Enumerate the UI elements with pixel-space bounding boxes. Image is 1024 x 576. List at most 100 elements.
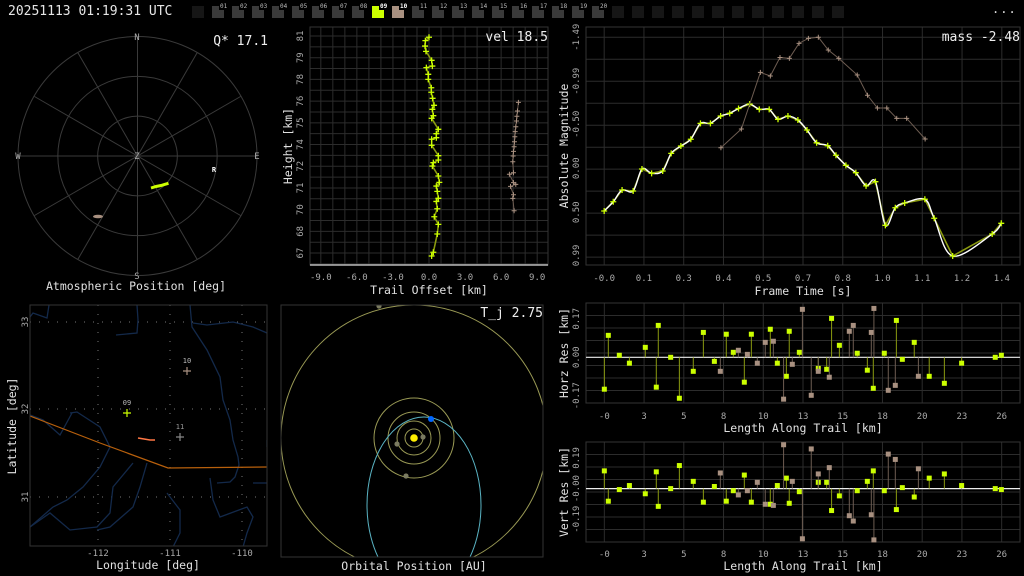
y-tick-label: 81 — [296, 31, 306, 42]
mars-planet — [403, 473, 409, 479]
x-tick-label: 0.7 — [795, 274, 811, 284]
residual-point-09 — [655, 322, 661, 328]
magnitude-chart: -0.0 0.1 0.3 0.4 0.5 0.7 0.8 1.0 1.1 1.2 1.4 -1.49 -… — [557, 24, 1021, 298]
residual-point-09 — [774, 483, 780, 489]
residual-point-10 — [871, 537, 877, 543]
residual-point-09 — [893, 317, 899, 323]
residual-point-09 — [653, 469, 659, 475]
residual-point-10 — [735, 492, 741, 498]
residual-point-10 — [754, 479, 760, 485]
y-tick-label: 72 — [296, 161, 306, 172]
y-tick-label: 78 — [296, 74, 306, 85]
chart-annotation: mass -2.48 — [942, 30, 1020, 45]
residual-point-09 — [690, 478, 696, 484]
residual-point-09 — [786, 328, 792, 334]
residual-point-10 — [846, 328, 852, 334]
tisserand-annotation: T_j 2.75 — [480, 306, 543, 321]
y-tick-label: 68 — [296, 226, 306, 237]
residual-point-09 — [854, 350, 860, 356]
x-tick-label: 0.5 — [755, 274, 771, 284]
data-point-10 — [767, 73, 773, 79]
x-tick-label: 20 — [917, 412, 928, 422]
residual-point-10 — [770, 502, 776, 508]
residual-point-10 — [915, 373, 921, 379]
residual-point-09 — [893, 507, 899, 513]
x-axis-title: Length Along Trail [km] — [723, 421, 882, 435]
residual-point-09 — [911, 494, 917, 500]
residual-point-09 — [668, 486, 674, 492]
residual-point-10 — [850, 518, 856, 524]
residual-point-09 — [783, 475, 789, 481]
data-point-09 — [425, 76, 432, 83]
mercury-planet — [420, 434, 426, 440]
chart-annotation: vel 18.5 — [485, 30, 548, 45]
earth-planet — [428, 416, 434, 422]
residual-point-10 — [781, 396, 787, 402]
residual-point-10 — [826, 374, 832, 380]
x-axis-title: Length Along Trail [km] — [723, 559, 882, 573]
residual-point-10 — [744, 351, 750, 357]
residual-point-09 — [992, 486, 998, 492]
y-tick-label: 74 — [296, 139, 306, 150]
orbital-position-panel: T_j 2.75 Orbital Position [AU] — [280, 304, 544, 573]
y-tick-label: 0.50 — [572, 201, 582, 223]
y-tick-label: -0.00 — [572, 475, 582, 502]
x-tick-label: -9.0 — [310, 273, 332, 283]
x-tick-label: 23 — [957, 412, 968, 422]
station-marker-09 — [123, 409, 131, 417]
y-axis-title: Horz Res [km] — [557, 308, 571, 398]
x-tick-label: 26 — [996, 412, 1007, 422]
atmospheric-position-panel: N S W E Z R Q* 17.1 Atmospheric Position… — [15, 33, 268, 293]
residual-point-09 — [626, 360, 632, 366]
y-tick-label: -0.17 — [572, 382, 582, 409]
residual-point-10 — [762, 501, 768, 507]
residual-point-09 — [829, 508, 835, 514]
data-point-10 — [515, 99, 521, 105]
lat-tick: 31 — [21, 492, 31, 503]
x-tick-label: 1.1 — [914, 274, 930, 284]
residual-point-09 — [881, 488, 887, 494]
residual-point-09 — [748, 331, 754, 337]
residual-point-09 — [676, 395, 682, 401]
map-ylabel: Latitude [deg] — [5, 378, 19, 475]
residual-point-10 — [915, 466, 921, 472]
residual-point-10 — [826, 465, 832, 471]
lat-tick: 32 — [21, 404, 31, 415]
residual-point-10 — [808, 392, 814, 398]
y-tick-label: 70 — [296, 204, 306, 215]
residual-point-09 — [824, 479, 830, 485]
residual-point-09 — [870, 385, 876, 391]
x-tick-label: 9.0 — [529, 273, 545, 283]
residual-point-09 — [774, 360, 780, 366]
y-tick-label: 76 — [296, 96, 306, 107]
y-axis-title: Absolute Magnitude — [557, 84, 571, 209]
x-tick-label: 6.0 — [493, 273, 509, 283]
zenith-label: Z — [134, 152, 140, 162]
residual-point-09 — [899, 356, 905, 362]
x-axis-title: Trail Offset [km] — [370, 283, 488, 297]
residual-point-10 — [717, 368, 723, 374]
residual-point-09 — [959, 483, 965, 489]
station-marker-11 — [176, 433, 184, 441]
data-point-09 — [434, 188, 441, 195]
venus-planet — [394, 441, 400, 447]
y-tick-label: 79 — [296, 52, 306, 63]
y-axis-title: Height [km] — [281, 108, 295, 184]
data-point-09 — [901, 199, 908, 206]
data-point-09 — [434, 205, 441, 212]
y-tick-label: -0.99 — [572, 68, 582, 95]
y-tick-label: 67 — [296, 248, 306, 259]
residual-point-09 — [926, 373, 932, 379]
x-tick-label: -6.0 — [346, 273, 368, 283]
y-tick-label: 0.00 — [572, 346, 582, 368]
station-marker-10 — [183, 367, 191, 375]
residual-point-10 — [871, 305, 877, 311]
data-point-09 — [431, 213, 438, 220]
rivers — [30, 305, 267, 546]
station-label: 10 — [183, 357, 191, 365]
residual-point-09 — [730, 488, 736, 494]
residual-point-09 — [829, 315, 835, 321]
residual-point-09 — [741, 379, 747, 385]
residual-point-09 — [941, 471, 947, 477]
river — [209, 477, 254, 546]
